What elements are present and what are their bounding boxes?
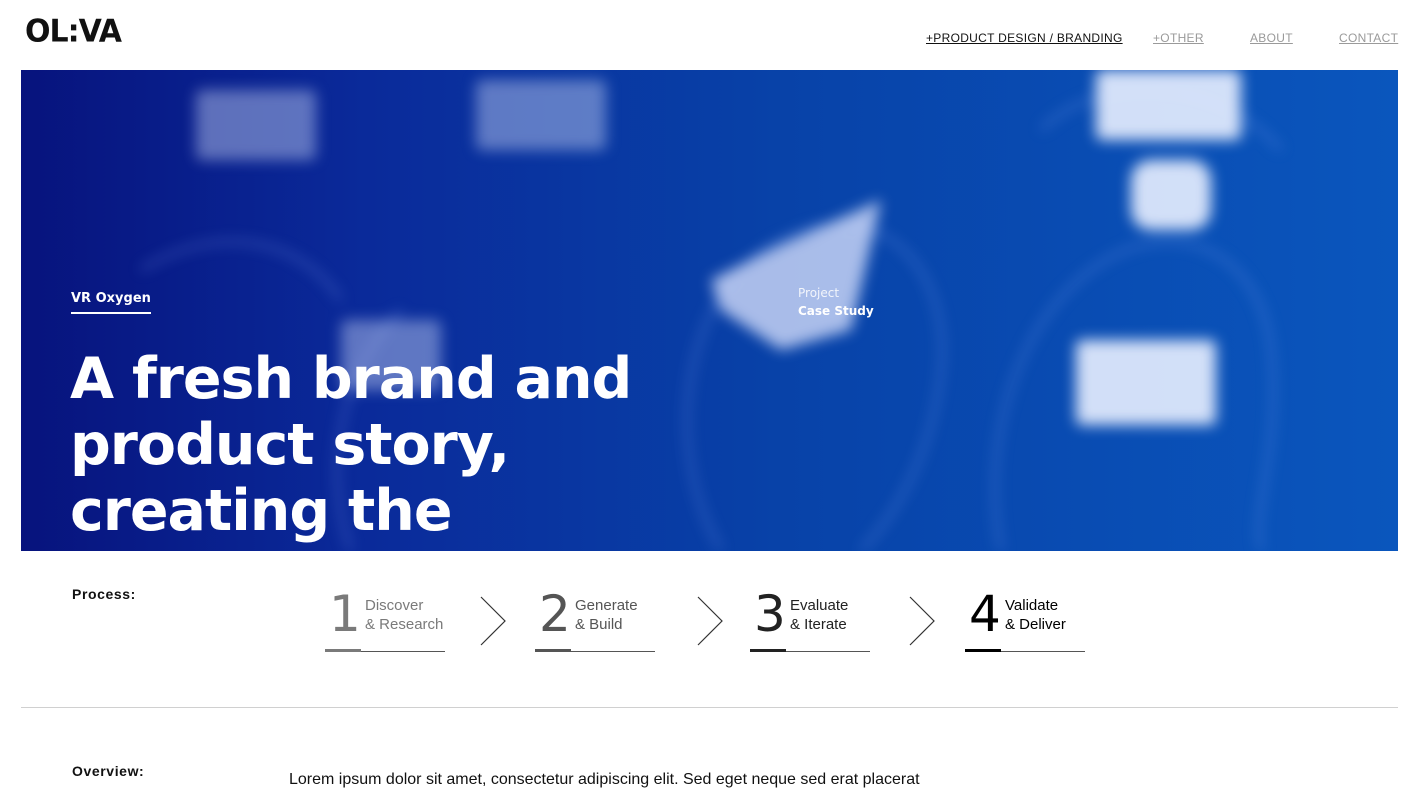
chevron-right-icon (909, 596, 935, 646)
step-title-line1: Discover (365, 597, 424, 614)
nav-contact[interactable]: CONTACT (1339, 31, 1398, 45)
process-step-2[interactable]: 2 Generate & Build (535, 585, 655, 652)
process-label: Process: (72, 586, 136, 602)
step-number: 3 (754, 585, 786, 643)
step-number: 1 (329, 585, 361, 643)
step-number: 2 (539, 585, 571, 643)
step-progress-bar (750, 649, 786, 652)
project-label: Project (798, 286, 840, 300)
process-step-4[interactable]: 4 Validate & Deliver (965, 585, 1085, 652)
brand-logo[interactable]: OL:VA (25, 13, 122, 50)
step-title: Discover & Research (365, 596, 443, 634)
step-progress-bar (325, 649, 361, 652)
hero-banner: VR Oxygen A fresh brand and product stor… (21, 70, 1398, 551)
step-title: Generate & Build (575, 596, 638, 634)
step-title-line2: & Iterate (790, 616, 847, 633)
chevron-right-icon (480, 596, 506, 646)
step-title-line1: Generate (575, 597, 638, 614)
nav-product-design-branding[interactable]: +PRODUCT DESIGN / BRANDING (926, 31, 1123, 45)
step-progress-bar (535, 649, 571, 652)
hero-headline: A fresh brand and product story, creatin… (70, 346, 632, 551)
step-title: Evaluate & Iterate (790, 596, 848, 634)
step-title-line1: Evaluate (790, 597, 849, 614)
overview-label: Overview: (72, 763, 145, 779)
step-title-line2: & Research (365, 616, 444, 633)
step-title-line2: & Build (575, 616, 623, 633)
overview-text: Lorem ipsum dolor sit amet, consectetur … (289, 771, 920, 788)
nav-about[interactable]: ABOUT (1250, 31, 1293, 45)
chevron-right-icon (697, 596, 723, 646)
section-divider (21, 707, 1398, 708)
project-type: Project Case Study (798, 284, 874, 320)
step-number: 4 (969, 585, 1001, 643)
process-step-1[interactable]: 1 Discover & Research (325, 585, 445, 652)
project-type-label: Case Study (798, 304, 874, 318)
step-title-line1: Validate (1005, 597, 1059, 614)
project-tag[interactable]: VR Oxygen (71, 291, 151, 314)
nav-other[interactable]: +OTHER (1153, 31, 1204, 45)
step-title-line2: & Deliver (1005, 616, 1066, 633)
step-title: Validate & Deliver (1005, 596, 1066, 634)
process-step-3[interactable]: 3 Evaluate & Iterate (750, 585, 870, 652)
step-progress-bar (965, 649, 1001, 652)
